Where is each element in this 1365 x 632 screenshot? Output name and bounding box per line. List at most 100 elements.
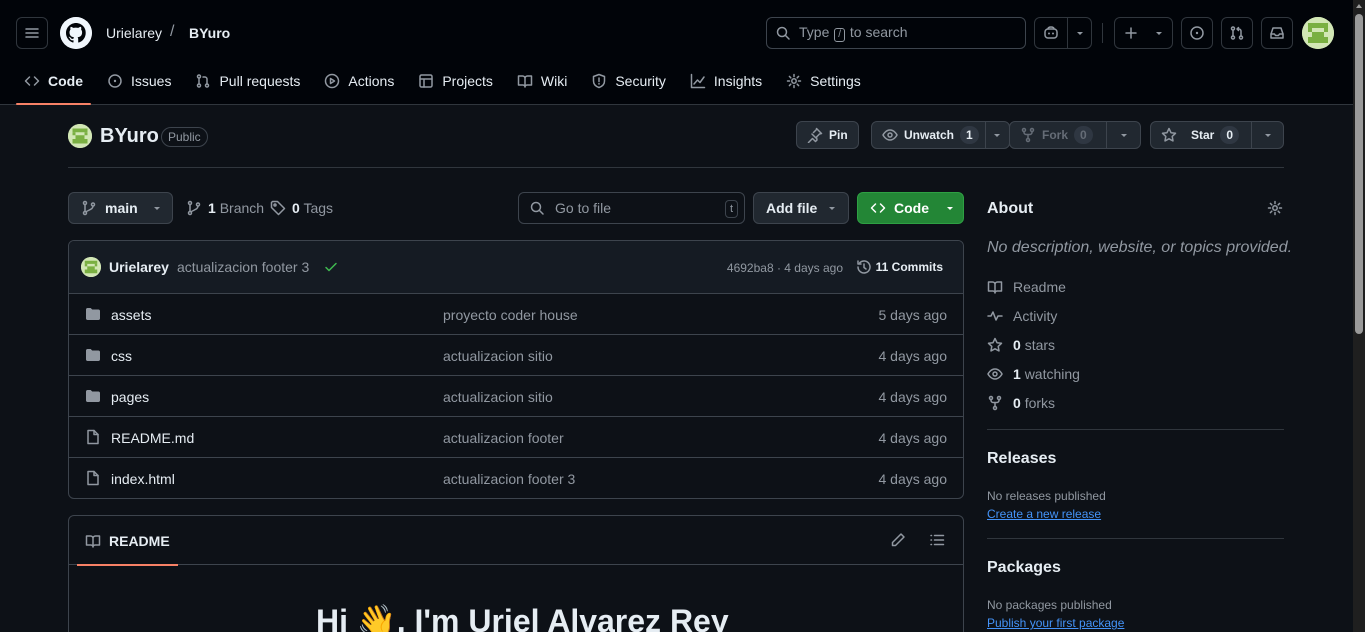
table-row[interactable]: assets proyecto coder house 5 days ago (69, 294, 963, 335)
issue-opened-icon (1189, 25, 1205, 41)
branch-selector[interactable]: main (68, 192, 173, 224)
tab-insights[interactable]: Insights (682, 64, 770, 98)
star-dropdown[interactable] (1251, 122, 1283, 148)
file-date: 4 days ago (878, 389, 948, 405)
breadcrumb-owner[interactable]: Urielarey (106, 25, 162, 41)
tab-wiki-label: Wiki (540, 73, 568, 89)
tab-settings[interactable]: Settings (778, 64, 869, 98)
fork-button[interactable]: Fork 0 (1009, 121, 1141, 149)
unwatch-dropdown[interactable] (984, 122, 1009, 148)
forks-link[interactable]: 0 forks (987, 395, 1055, 411)
issues-button[interactable] (1181, 17, 1213, 49)
table-row[interactable]: index.html actualizacion footer 3 4 days… (69, 458, 963, 498)
about-description: No description, website, or topics provi… (987, 239, 1293, 256)
history-icon (856, 259, 872, 275)
breadcrumb-separator: / (170, 23, 175, 40)
go-to-file-input[interactable]: Go to file t (518, 192, 745, 224)
add-file-button[interactable]: Add file (753, 192, 849, 224)
unwatch-button[interactable]: Unwatch 1 (871, 121, 1010, 149)
stars-link[interactable]: 0 stars (987, 337, 1055, 353)
menu-button[interactable] (16, 17, 48, 49)
create-new-button[interactable] (1114, 17, 1173, 49)
page-scrollbar[interactable] (1353, 0, 1365, 632)
global-header: Urielarey / BYuro Type / to search Code … (0, 0, 1353, 105)
copilot-button[interactable] (1035, 18, 1067, 48)
publish-package-link[interactable]: Publish your first package (987, 616, 1124, 630)
tab-wiki[interactable]: Wiki (509, 64, 575, 98)
issue-icon (107, 73, 123, 89)
file-date: 4 days ago (878, 430, 948, 446)
tab-projects-label: Projects (442, 73, 493, 89)
code-button[interactable]: Code (857, 192, 964, 224)
about-title: About (987, 200, 1034, 217)
file-commit-message[interactable]: proyecto coder house (443, 307, 578, 323)
list-unordered-icon[interactable] (929, 532, 945, 548)
commit-author[interactable]: Urielarey (109, 259, 169, 275)
tags-link[interactable]: 0 Tags (270, 200, 333, 216)
create-release-link[interactable]: Create a new release (987, 507, 1101, 521)
triangle-down-icon (1075, 28, 1085, 38)
folder-icon (85, 388, 101, 404)
go-to-file-placeholder: Go to file (555, 200, 612, 216)
repo-title[interactable]: BYuro (100, 125, 159, 148)
github-logo-icon[interactable] (60, 17, 92, 49)
inbox-button[interactable] (1261, 17, 1293, 49)
readme-tab[interactable]: README (77, 516, 178, 566)
tab-security[interactable]: Security (583, 64, 674, 98)
watching-link[interactable]: 1 watching (987, 366, 1080, 382)
forks-label: forks (1024, 395, 1056, 411)
tab-security-label: Security (615, 73, 666, 89)
tags-count: 0 (292, 200, 300, 216)
releases-title[interactable]: Releases (987, 450, 1056, 468)
tab-projects[interactable]: Projects (410, 64, 501, 98)
file-name[interactable]: index.html (111, 471, 175, 487)
file-commit-message[interactable]: actualizacion footer 3 (443, 471, 575, 487)
fork-label: Fork (1042, 128, 1069, 142)
check-icon[interactable] (323, 259, 339, 275)
copilot-dropdown[interactable] (1067, 18, 1091, 48)
tab-code[interactable]: Code (16, 64, 91, 105)
plus-icon (1115, 18, 1147, 48)
readme-panel: README Hi 👋, I'm Uriel Alvarez Rey (68, 515, 964, 632)
pull-requests-button[interactable] (1221, 17, 1253, 49)
table-row[interactable]: css actualizacion sitio 4 days ago (69, 335, 963, 376)
commit-message[interactable]: actualizacion footer 3 (177, 259, 309, 275)
inbox-icon (1269, 25, 1285, 41)
tab-pull-requests[interactable]: Pull requests (187, 64, 308, 98)
file-name[interactable]: css (111, 348, 132, 364)
star-button[interactable]: Star 0 (1150, 121, 1284, 149)
commit-hash-time[interactable]: 4692ba8 · 4 days ago (727, 261, 843, 275)
readme-link[interactable]: Readme (987, 279, 1066, 295)
fork-dropdown[interactable] (1106, 122, 1140, 148)
scroll-up-arrow[interactable] (1356, 4, 1362, 8)
activity-link[interactable]: Activity (987, 308, 1057, 324)
table-row[interactable]: pages actualizacion sitio 4 days ago (69, 376, 963, 417)
file-name[interactable]: assets (111, 307, 151, 323)
branches-link[interactable]: 1 Branch (186, 200, 264, 216)
git-branch-icon (81, 200, 97, 216)
repo-nav: Code Issues Pull requests Actions Projec… (16, 64, 877, 105)
releases-empty-text: No releases published (987, 489, 1106, 503)
commit-author-avatar[interactable] (81, 257, 101, 277)
pin-button[interactable]: Pin (796, 121, 859, 149)
folder-icon (85, 347, 101, 363)
file-name[interactable]: pages (111, 389, 149, 405)
gear-icon[interactable] (1267, 200, 1283, 216)
gear-icon (786, 73, 802, 89)
packages-title[interactable]: Packages (987, 559, 1061, 577)
file-name[interactable]: README.md (111, 430, 194, 446)
table-row[interactable]: README.md actualizacion footer 4 days ag… (69, 417, 963, 458)
file-commit-message[interactable]: actualizacion sitio (443, 348, 553, 364)
tab-actions[interactable]: Actions (316, 64, 402, 98)
file-commit-message[interactable]: actualizacion sitio (443, 389, 553, 405)
scrollbar-thumb[interactable] (1355, 14, 1363, 334)
breadcrumb-repo[interactable]: BYuro (189, 25, 230, 41)
tab-issues[interactable]: Issues (99, 64, 179, 98)
commits-history-link[interactable]: 11 Commits (856, 259, 943, 275)
fork-counter: 0 (1074, 126, 1093, 144)
file-commit-message[interactable]: actualizacion footer (443, 430, 564, 446)
user-avatar[interactable] (1302, 17, 1334, 49)
table-icon (418, 73, 434, 89)
global-search-input[interactable]: Type / to search (766, 17, 1026, 49)
pencil-icon[interactable] (890, 532, 906, 548)
